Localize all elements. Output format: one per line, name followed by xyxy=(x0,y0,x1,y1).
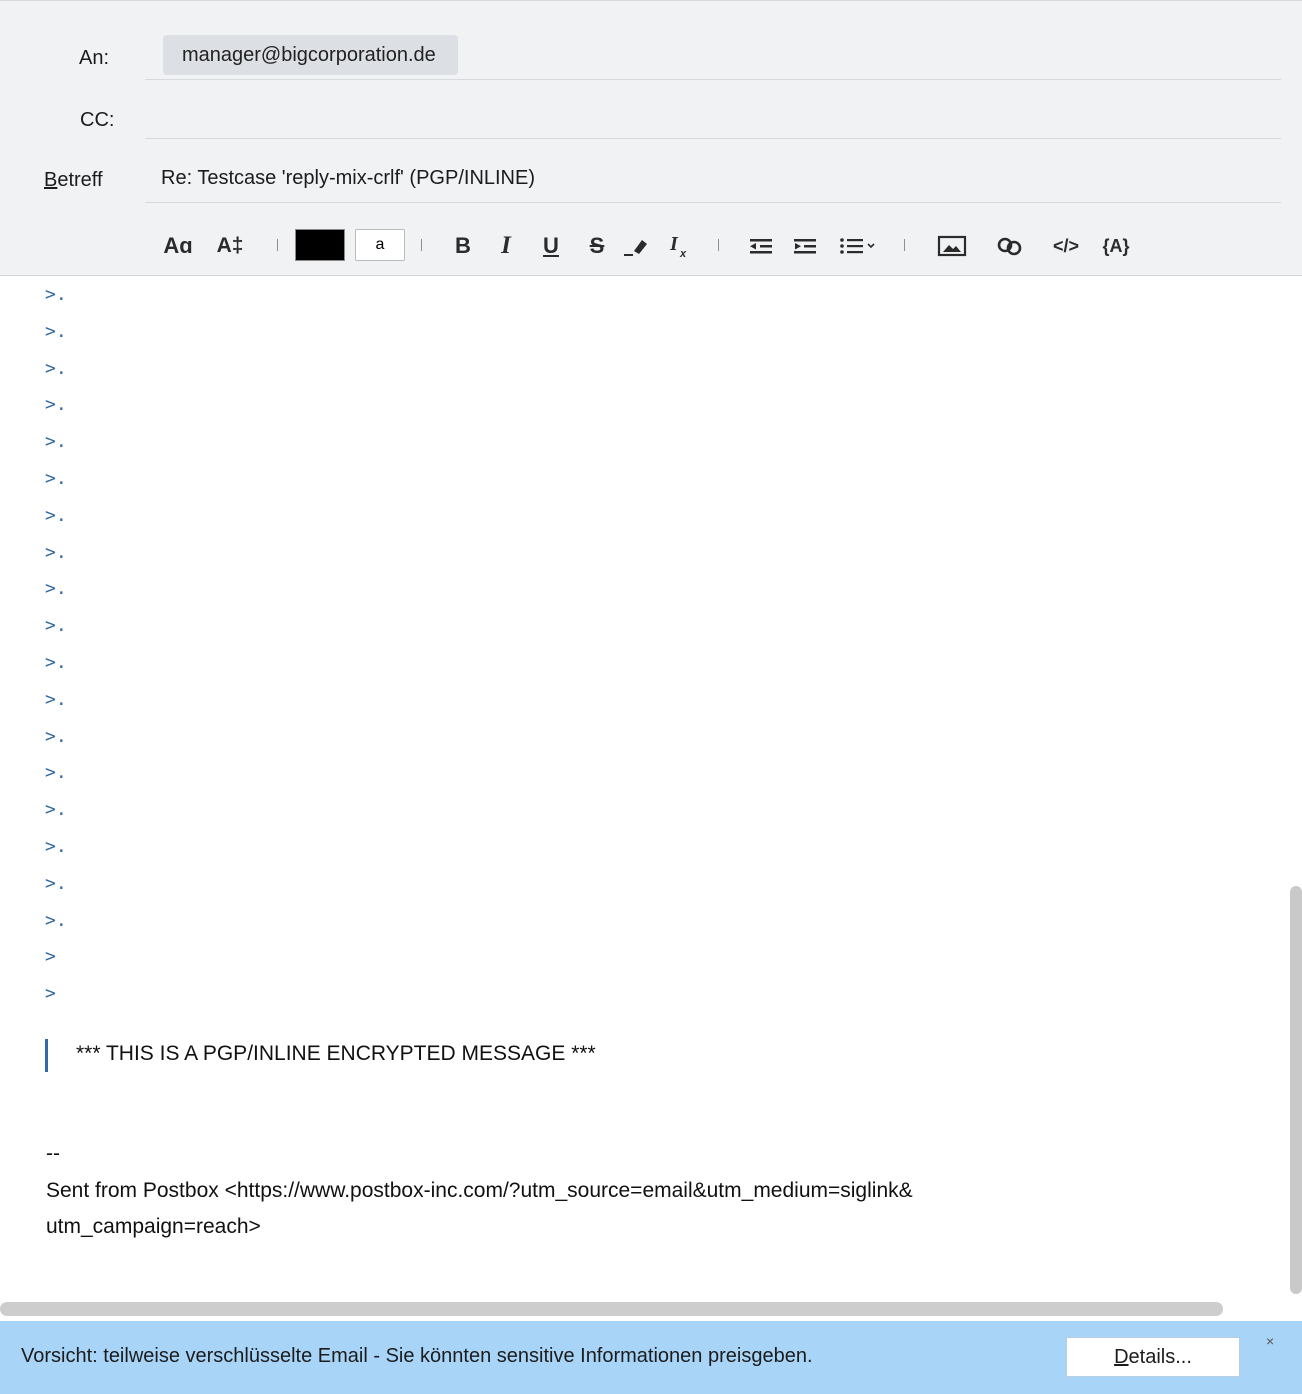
bold-icon[interactable]: B xyxy=(448,227,478,265)
subject-label-rest: etreff xyxy=(57,169,103,191)
font-size-icon[interactable]: A‡ xyxy=(212,227,248,265)
link-icon[interactable] xyxy=(990,227,1030,265)
quoted-line: >. xyxy=(45,762,67,784)
close-icon[interactable]: × xyxy=(1266,1333,1274,1349)
details-label-rest: etails... xyxy=(1128,1346,1192,1368)
subject-divider xyxy=(145,202,1281,203)
subject-field[interactable]: Re: Testcase 'reply-mix-crlf' (PGP/INLIN… xyxy=(161,167,535,190)
toolbar-separator xyxy=(904,239,905,251)
to-label: An: xyxy=(79,47,110,69)
notification-bar: Vorsicht: teilweise verschlüsselte Email… xyxy=(0,1321,1302,1394)
underline-icon[interactable]: U xyxy=(536,227,566,265)
clear-formatting-svg: I x xyxy=(669,233,687,259)
quoted-line: >. xyxy=(45,725,67,747)
details-accel: D xyxy=(1114,1346,1129,1368)
font-family-icon[interactable]: Aɑ xyxy=(160,227,196,265)
compose-header: An: manager@bigcorporation.de CC: Betref… xyxy=(0,0,1302,276)
quoted-line: >. xyxy=(45,799,67,821)
text-color-swatch[interactable] xyxy=(295,229,345,261)
to-divider xyxy=(145,79,1281,80)
quoted-line: >. xyxy=(45,284,67,305)
vertical-scrollbar[interactable] xyxy=(1290,886,1302,1294)
quoted-line: >. xyxy=(45,504,67,526)
svg-text:x: x xyxy=(679,248,687,259)
toolbar-separator xyxy=(421,239,422,251)
quoted-line: >. xyxy=(45,357,67,379)
quoted-line: >. xyxy=(45,578,67,600)
svg-text:I: I xyxy=(669,233,679,255)
horizontal-scrollbar[interactable] xyxy=(0,1302,1223,1316)
cc-field[interactable] xyxy=(145,91,1281,137)
quoted-line: > xyxy=(45,946,56,968)
code-icon[interactable]: </> xyxy=(1046,227,1086,265)
recipient-pill[interactable]: manager@bigcorporation.de xyxy=(163,35,458,75)
quoted-line: >. xyxy=(45,468,67,489)
quoted-line: > xyxy=(45,983,56,1005)
subject-label: Betreff xyxy=(44,169,103,192)
list-dropdown-icon[interactable] xyxy=(836,227,880,265)
link-svg xyxy=(997,237,1022,256)
quoted-line: >. xyxy=(45,909,67,931)
notification-message: Vorsicht: teilweise verschlüsselte Email… xyxy=(21,1345,813,1367)
toolbar-separator xyxy=(718,239,719,251)
subject-accel: B xyxy=(44,169,58,191)
quoted-line: >. xyxy=(45,872,67,894)
image-svg xyxy=(937,235,967,257)
encrypted-notice: *** THIS IS A PGP/INLINE ENCRYPTED MESSA… xyxy=(76,1042,596,1065)
signature-line: Sent from Postbox <https://www.postbox-i… xyxy=(46,1179,913,1202)
quoted-line: >. xyxy=(45,394,67,416)
signature-separator: -- xyxy=(46,1142,60,1165)
blockquote-bar xyxy=(45,1039,48,1072)
variable-icon[interactable]: {A} xyxy=(1096,227,1136,265)
quoted-line: >. xyxy=(45,320,67,342)
outdent-svg xyxy=(750,239,772,254)
strikethrough-icon[interactable]: S xyxy=(582,227,612,265)
indent-svg xyxy=(794,239,816,254)
toolbar-separator xyxy=(277,239,278,251)
indent-icon[interactable] xyxy=(788,227,822,265)
quoted-line: >. xyxy=(45,431,67,453)
quoted-line: >. xyxy=(45,541,67,563)
quoted-line: >. xyxy=(45,836,67,857)
quoted-line: >. xyxy=(45,615,67,637)
italic-icon[interactable]: I xyxy=(492,227,520,265)
quoted-line: >. xyxy=(45,688,67,710)
list-svg xyxy=(840,238,875,254)
signature-line: utm_campaign=reach> xyxy=(46,1215,261,1238)
background-color-swatch[interactable]: a xyxy=(355,229,405,261)
cc-divider xyxy=(145,138,1281,139)
outdent-icon[interactable] xyxy=(744,227,778,265)
clear-formatting-icon[interactable]: I x xyxy=(664,227,694,265)
details-button[interactable]: Details... xyxy=(1066,1337,1240,1377)
quoted-line: >. xyxy=(45,652,67,673)
highlight-icon[interactable] xyxy=(620,227,654,265)
insert-image-icon[interactable] xyxy=(934,227,970,265)
highlight-icon-svg xyxy=(624,240,647,256)
cc-label: CC: xyxy=(80,109,115,131)
